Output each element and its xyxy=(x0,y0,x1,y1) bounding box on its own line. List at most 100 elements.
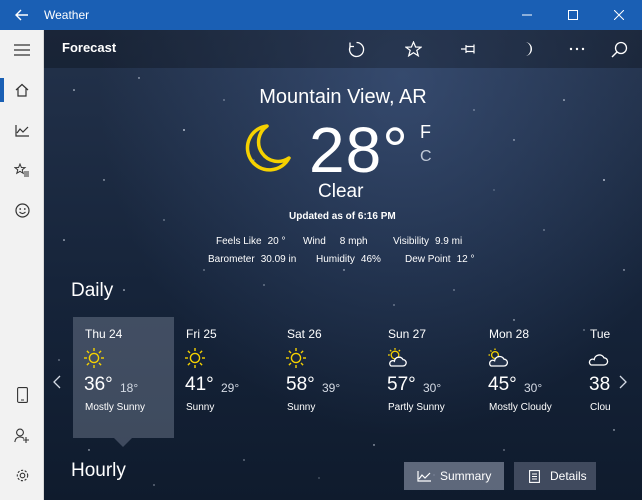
day-name: Sun 27 xyxy=(388,327,427,341)
day-condition: Sunny xyxy=(287,402,316,413)
current-condition: Clear xyxy=(318,181,364,202)
dew-point: Dew Point 12 ° xyxy=(405,254,475,265)
settings-icon xyxy=(16,469,28,481)
line-chart-icon xyxy=(416,469,432,483)
summary-view-button[interactable]: Summary xyxy=(404,462,504,490)
nav-account[interactable] xyxy=(0,415,44,455)
close-button[interactable] xyxy=(596,0,642,30)
day-name: Sat 26 xyxy=(287,327,322,341)
visibility: Visibility 9.9 mi xyxy=(393,236,463,247)
search-button[interactable] xyxy=(604,34,634,64)
day-low: 39° xyxy=(322,381,341,395)
sunny-icon xyxy=(286,348,306,368)
maximize-button[interactable] xyxy=(550,0,596,30)
pin-button[interactable] xyxy=(455,34,485,64)
selected-day-pointer xyxy=(114,438,132,447)
crescent-moon-icon xyxy=(245,124,291,172)
wind: Wind 8 mph xyxy=(303,236,368,247)
cloudy-icon xyxy=(588,354,609,366)
back-button[interactable] xyxy=(0,0,44,30)
chevron-left-icon xyxy=(53,375,61,389)
search-icon xyxy=(611,41,627,57)
more-icon xyxy=(569,47,585,51)
scroll-left-button[interactable] xyxy=(53,375,61,394)
day-name: Mon 28 xyxy=(489,327,530,341)
nav-phone[interactable] xyxy=(0,375,44,415)
command-bar: Forecast xyxy=(44,30,642,68)
day-card[interactable]: Sat 26 58° 39° Sunny xyxy=(275,317,376,438)
day-condition: Partly Sunny xyxy=(388,402,445,413)
favorite-star-icon xyxy=(404,41,422,57)
favorite-button[interactable] xyxy=(398,34,428,64)
more-button[interactable] xyxy=(562,34,592,64)
day-condition: Mostly Sunny xyxy=(85,402,146,413)
mostly-cloudy-icon xyxy=(488,348,508,367)
partly-sunny-icon xyxy=(388,348,407,367)
nav-feedback[interactable] xyxy=(0,190,44,230)
day-high: 36° xyxy=(84,374,113,395)
day-condition: Sunny xyxy=(186,402,215,413)
day-low: 30° xyxy=(423,381,442,395)
page-title: Forecast xyxy=(62,40,117,55)
details-list-icon xyxy=(526,469,542,483)
fahrenheit-toggle[interactable]: F xyxy=(420,122,431,143)
hourly-heading: Hourly xyxy=(71,460,126,481)
details-view-button[interactable]: Details xyxy=(514,462,596,490)
current-temperature: 28° xyxy=(309,114,409,186)
summary-label: Summary xyxy=(440,469,492,483)
feels-like: Feels Like 20 ° xyxy=(216,236,286,247)
day-name: Thu 24 xyxy=(85,327,123,341)
day-high: 57° xyxy=(387,374,416,395)
day-card[interactable]: Fri 25 41° 29° Sunny xyxy=(174,317,275,438)
day-high: 45° xyxy=(488,374,517,395)
details-label: Details xyxy=(550,469,587,483)
title-bar: Weather xyxy=(0,0,642,30)
hamburger-menu-icon xyxy=(14,44,30,56)
celsius-toggle[interactable]: C xyxy=(420,148,432,166)
day-condition: Clou xyxy=(590,402,611,413)
app-title: Weather xyxy=(44,8,90,22)
sunny-icon xyxy=(185,348,205,368)
day-name: Tue xyxy=(590,327,611,341)
minimize-icon xyxy=(522,14,532,16)
nav-favorites[interactable] xyxy=(0,150,44,190)
home-icon xyxy=(15,83,29,97)
day-low: 29° xyxy=(221,381,240,395)
refresh-button[interactable] xyxy=(341,34,371,64)
day-low: 30° xyxy=(524,381,543,395)
day-name: Fri 25 xyxy=(186,327,217,341)
smiley-icon xyxy=(14,202,30,218)
nav-forecast[interactable] xyxy=(0,70,44,110)
navigation-rail xyxy=(0,30,44,500)
barometer: Barometer 30.09 in xyxy=(208,254,297,265)
mostly-sunny-icon xyxy=(84,348,104,368)
humidity: Humidity 46% xyxy=(316,254,381,265)
forecast-page: Forecast Mountain View, AR 28° F C Clear… xyxy=(44,30,642,500)
day-high: 41° xyxy=(185,374,214,395)
night-mode-moon-icon xyxy=(525,42,532,56)
historical-weather-icon xyxy=(14,124,29,137)
day-card[interactable]: Sun 27 57° 30° Partly Sunny xyxy=(376,317,477,438)
day-card[interactable]: Mon 28 45° 30° Mostly Cloudy xyxy=(477,317,578,438)
updated-time: Updated as of 6:16 PM xyxy=(289,211,396,222)
window-controls xyxy=(504,0,642,30)
night-mode-button[interactable] xyxy=(512,34,542,64)
pin-icon xyxy=(461,44,475,54)
day-high: 38 xyxy=(589,374,611,395)
refresh-icon xyxy=(348,41,364,57)
nav-settings[interactable] xyxy=(0,455,44,495)
nav-historical-weather[interactable] xyxy=(0,110,44,150)
back-arrow-icon xyxy=(15,9,28,21)
phone-icon xyxy=(16,387,28,403)
day-condition: Mostly Cloudy xyxy=(489,402,552,413)
day-card[interactable]: Tue 38 Clou xyxy=(578,317,642,438)
minimize-button[interactable] xyxy=(504,0,550,30)
day-low: 18° xyxy=(120,381,139,395)
hamburger-menu-button[interactable] xyxy=(0,30,44,70)
daily-heading: Daily xyxy=(71,280,114,301)
location-name: Mountain View, AR xyxy=(259,86,427,108)
maximize-icon xyxy=(568,10,578,20)
favorites-icon xyxy=(14,163,29,177)
day-card[interactable]: Thu 24 36° 18° Mostly Sunny xyxy=(73,317,174,438)
close-icon xyxy=(614,10,624,20)
